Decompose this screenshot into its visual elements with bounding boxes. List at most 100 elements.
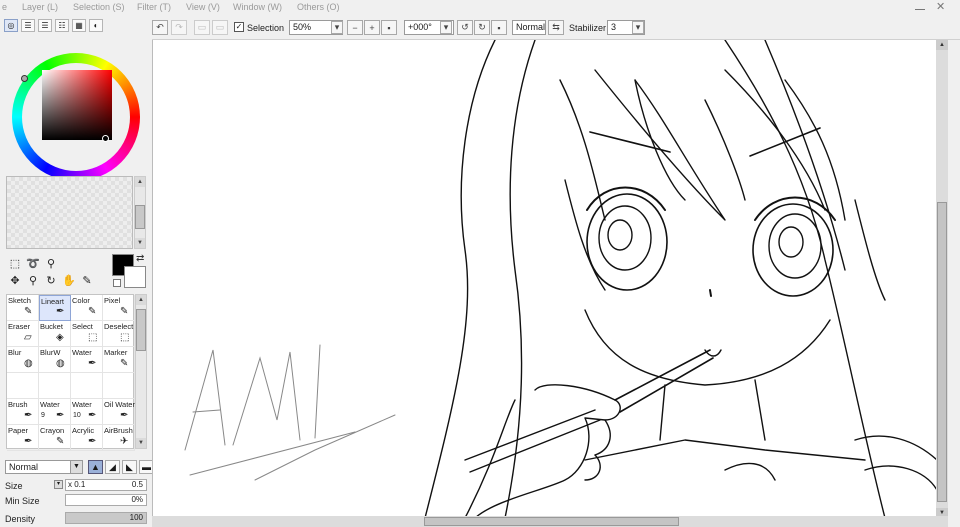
rotate-left-icon[interactable]: ↺ [457,20,473,35]
close-icon[interactable]: ✕ [936,0,945,13]
size-value: 0.5 [131,480,143,489]
eyedropper-icon[interactable]: ✎ [80,274,94,288]
brush-name: Oil Water [104,400,135,409]
brush-slot[interactable]: Color ✎ [71,295,103,321]
background-color[interactable] [124,266,146,288]
rotation-dropdown-icon[interactable]: ▾ [440,21,452,34]
scroll-up-icon[interactable]: ▲ [136,295,146,305]
canvas-vertical-scrollbar[interactable]: ▲ ▼ [936,40,948,518]
brush-slot[interactable]: Water 9 ✒ [39,399,71,425]
water-icon: ✒ [88,410,97,421]
zoom-icon[interactable]: ⚲ [26,274,40,288]
zoom-dropdown-icon[interactable]: ▾ [331,21,343,34]
hsv-slider-icon[interactable]: ☰ [38,19,52,32]
scroll-down-icon[interactable]: ▼ [136,438,146,448]
stabilizer-dropdown-icon[interactable]: ▾ [632,21,644,34]
selection-checkbox[interactable]: ✓ [234,22,244,32]
brush-slot[interactable]: Deselect ⬚ [103,321,135,347]
menu-others[interactable]: Others (O) [297,2,340,12]
brush-slot[interactable]: Bucket ◈ [39,321,71,347]
scroll-up-icon[interactable]: ▲ [936,40,948,50]
rotate-reset-icon[interactable]: ▪ [491,20,507,35]
brush-slot[interactable]: Marker ✎ [103,347,135,373]
brush-slot[interactable] [71,373,103,399]
menu-selection[interactable]: Selection (S) [73,2,125,12]
size-field[interactable]: x 0.1 0.5 [65,479,147,491]
lasso-icon[interactable]: ➰ [26,257,40,271]
scroll-down-icon[interactable]: ▼ [135,238,145,248]
brush-slot[interactable]: Select ⬚ [71,321,103,347]
brush-slot[interactable] [39,373,71,399]
minimize-icon[interactable] [915,2,925,10]
blend-mode-field[interactable]: Normal [512,20,546,35]
hue-marker[interactable] [21,75,28,82]
size-multiplier-dropdown-icon[interactable]: ▾ [54,480,63,489]
menu-window[interactable]: Window (W) [233,2,282,12]
brush-slot[interactable]: Acrylic ✒ [71,425,103,451]
brush-slot[interactable]: Paper ✒ [7,425,39,451]
min-size-slider[interactable]: 0% [65,494,147,506]
rect-select-icon[interactable]: ⬚ [8,257,22,271]
rgb-slider-icon[interactable]: ☰ [21,19,35,32]
brush-slot[interactable]: Lineart ✒ [39,295,71,321]
canvas-horizontal-scrollbar[interactable] [152,516,948,527]
water-icon: ✒ [56,410,65,421]
drawing-canvas[interactable] [165,40,937,518]
swap-colors-icon[interactable]: ⇄ [136,253,144,264]
saturation-value-square[interactable] [42,70,112,140]
color-wheel-mode-icon[interactable]: ◎ [4,19,18,32]
shape-soft-icon[interactable]: ◣ [122,460,137,474]
redo-icon[interactable]: ↷ [171,20,187,35]
undo-icon[interactable]: ↶ [152,20,168,35]
brush-slot[interactable]: AirBrush ✈ [103,425,135,451]
brush-slot[interactable]: Oil Water ✒ [103,399,135,425]
brush-slot[interactable]: Blur ◍ [7,347,39,373]
size-label: Size [5,481,23,491]
move-icon[interactable]: ✥ [8,274,22,288]
magic-wand-icon[interactable]: ⚲ [44,257,58,271]
brush-slot[interactable]: Eraser ▱ [7,321,39,347]
flip-icon[interactable]: ⇆ [548,20,564,35]
scratchpad-scroll-thumb[interactable] [135,205,145,229]
rotate-right-icon[interactable]: ↻ [474,20,490,35]
zoom-in-icon[interactable]: + [364,20,380,35]
transparent-color-icon[interactable] [113,279,121,287]
canvas-area[interactable] [152,40,948,518]
zoom-out-icon[interactable]: − [347,20,363,35]
menu-view[interactable]: View (V) [186,2,220,12]
shape-triangle-icon[interactable]: ▲ [88,460,103,474]
brush-slot[interactable] [103,373,135,399]
brush-scrollbar[interactable]: ▲ ▼ [135,294,147,449]
rotate-icon[interactable]: ↻ [44,274,58,288]
scratchpad-scrollbar[interactable]: ▲ ▼ [134,176,146,249]
hand-icon[interactable]: ✋ [62,274,76,288]
chevron-down-icon[interactable]: ▼ [70,461,82,473]
vertical-scroll-thumb[interactable] [937,202,947,502]
scratchpad-icon[interactable]: ◐ [89,19,103,32]
invert-selection-icon[interactable]: ▭ [212,20,228,35]
brush-slot[interactable]: Crayon ✎ [39,425,71,451]
menu-partial[interactable]: e [2,2,7,12]
shape-round-icon[interactable]: ◢ [105,460,120,474]
palette-mode-icon[interactable]: ▦ [72,19,86,32]
swatch-mode-icon[interactable]: ☷ [55,19,69,32]
deselect-tool-icon[interactable]: ▭ [194,20,210,35]
brush-slot[interactable]: BlurW ◍ [39,347,71,373]
horizontal-scroll-thumb[interactable] [424,517,679,526]
brush-slot[interactable]: Water 10 ✒ [71,399,103,425]
color-picker-marker[interactable] [102,135,109,142]
brush-slot[interactable]: Water ✒ [71,347,103,373]
menu-layer[interactable]: Layer (L) [22,2,58,12]
brush-slot[interactable]: Pixel ✎ [103,295,135,321]
scroll-up-icon[interactable]: ▲ [135,177,145,187]
menu-filter[interactable]: Filter (T) [137,2,171,12]
scratchpad-area[interactable] [6,176,133,249]
brush-scroll-thumb[interactable] [136,309,146,351]
brush-name: Blur [8,348,22,357]
brush-slot[interactable]: Brush ✒ [7,399,39,425]
brush-slot[interactable] [7,373,39,399]
density-slider[interactable]: 100 [65,512,147,524]
zoom-reset-icon[interactable]: ▪ [381,20,397,35]
airbrush-icon: ✈ [120,436,129,447]
brush-slot[interactable]: Sketch ✎ [7,295,39,321]
